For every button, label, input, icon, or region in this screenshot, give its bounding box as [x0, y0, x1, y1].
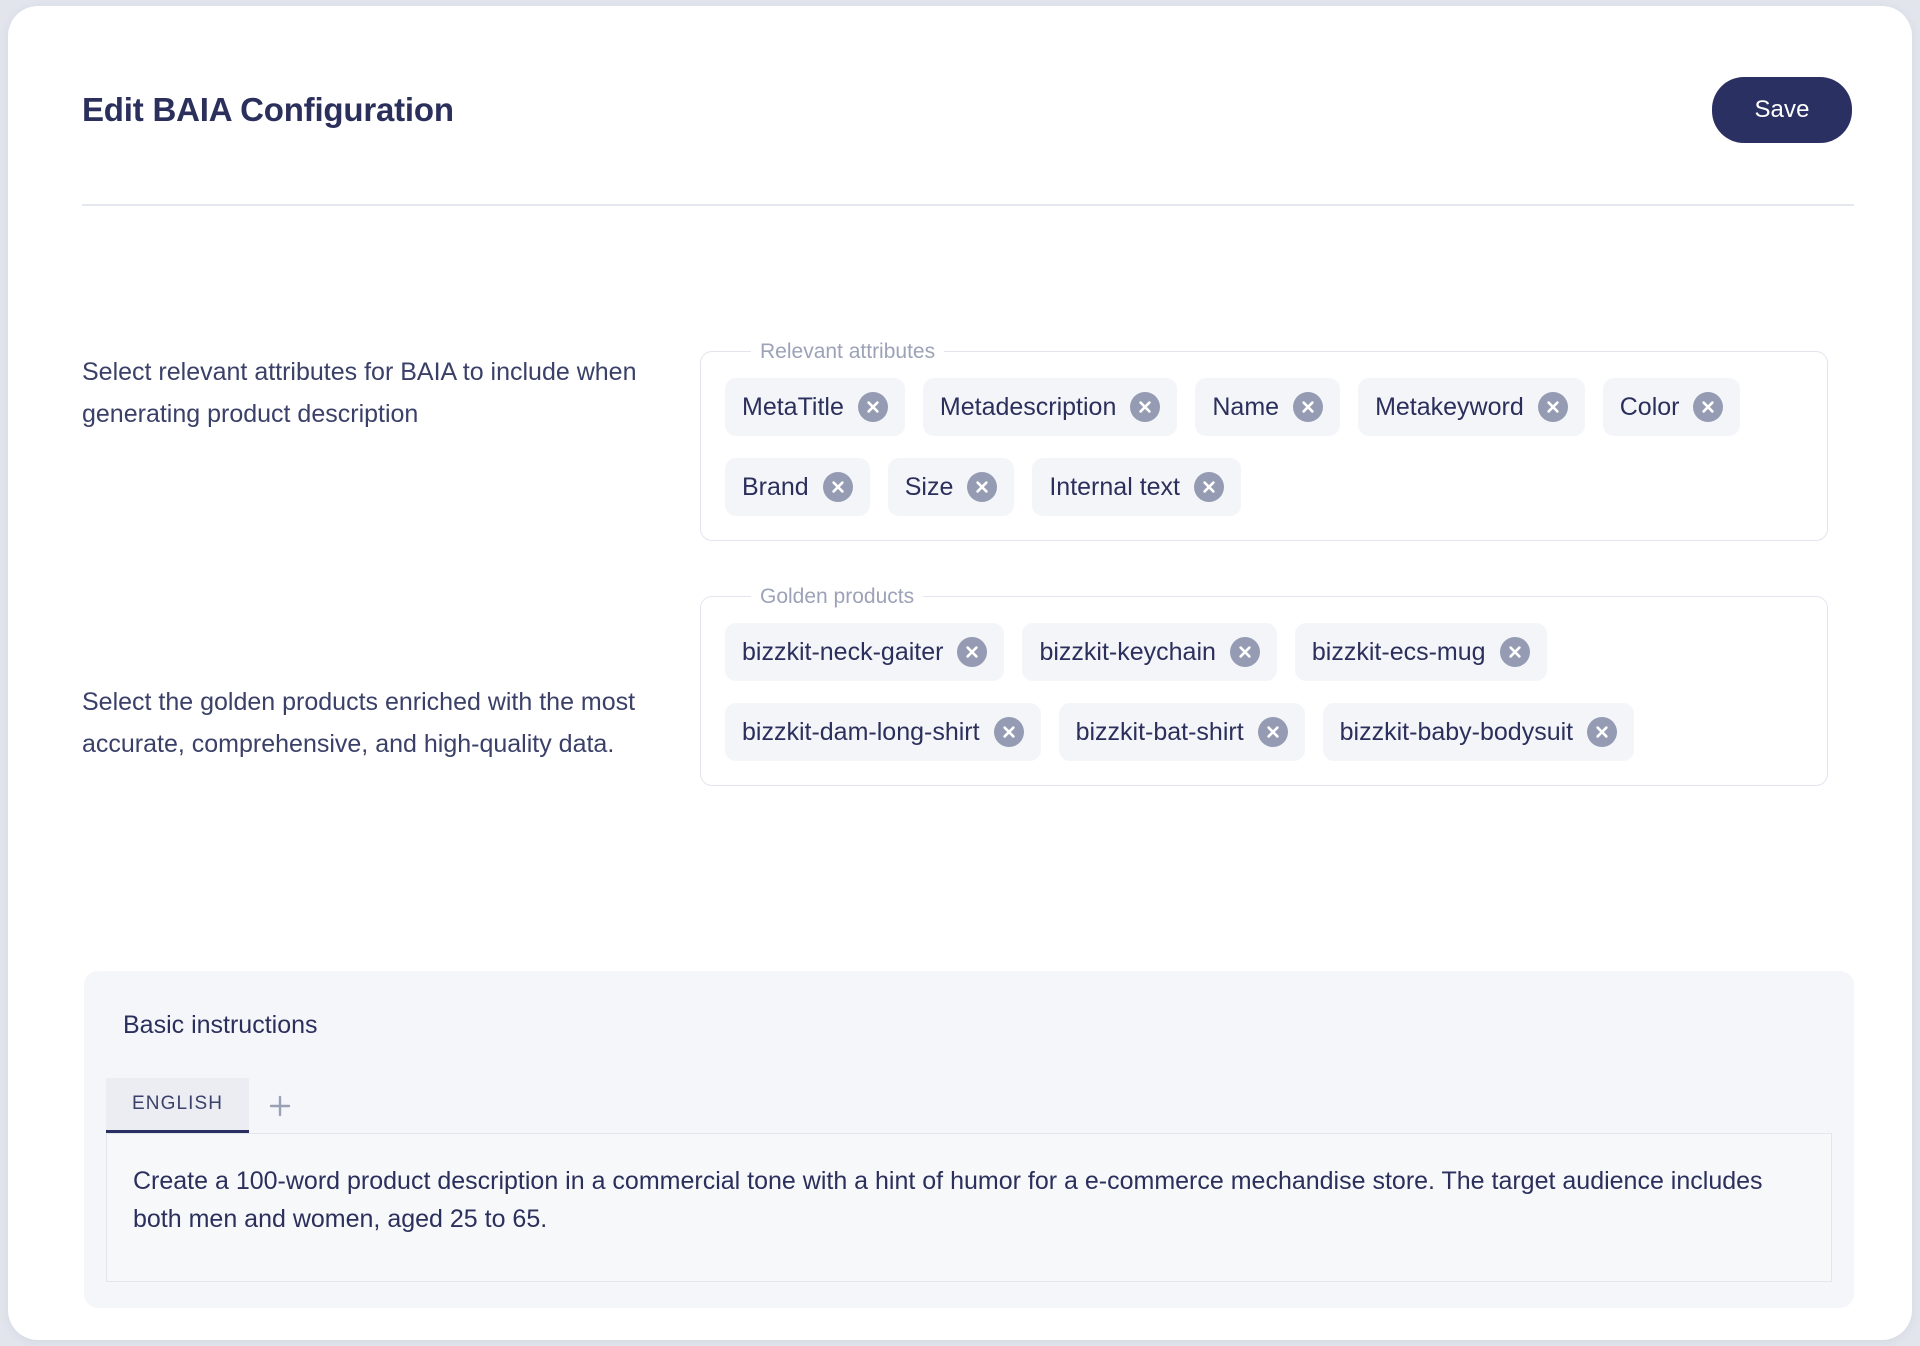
page-header: Edit BAIA Configuration Save	[82, 66, 1852, 154]
remove-chip-icon[interactable]	[967, 472, 998, 502]
chip-bizzkit-neck-gaiter[interactable]: bizzkit-neck-gaiter	[725, 623, 1005, 681]
relevant-attributes-fieldset: Relevant attributes MetaTitle Metadescri…	[700, 339, 1828, 541]
remove-chip-icon[interactable]	[822, 472, 853, 502]
chip-name[interactable]: Name	[1195, 378, 1341, 436]
tab-english[interactable]: ENGLISH	[106, 1078, 250, 1133]
chip-label: MetaTitle	[742, 392, 844, 421]
golden-products-legend: Golden products	[751, 584, 924, 610]
header-divider	[82, 204, 1854, 206]
language-tabbar: ENGLISH	[106, 1078, 1832, 1134]
remove-chip-icon[interactable]	[1293, 392, 1324, 422]
chip-label: bizzkit-ecs-mug	[1311, 637, 1486, 666]
chip-label: Size	[904, 472, 954, 501]
configuration-card: Edit BAIA Configuration Save Select rele…	[8, 6, 1912, 1340]
remove-chip-icon[interactable]	[1229, 637, 1260, 667]
add-language-tab-button[interactable]	[249, 1078, 311, 1133]
chip-internal-text[interactable]: Internal text	[1032, 458, 1241, 516]
chip-label: Internal text	[1049, 472, 1180, 501]
remove-chip-icon[interactable]	[993, 717, 1024, 747]
relevant-attributes-row: Select relevant attributes for BAIA to i…	[82, 339, 1854, 541]
golden-products-chip-list: bizzkit-neck-gaiter bizzkit-keychain biz…	[725, 623, 1803, 761]
relevant-attributes-label: Select relevant attributes for BAIA to i…	[82, 358, 637, 428]
remove-chip-icon[interactable]	[1130, 392, 1161, 422]
relevant-attributes-legend: Relevant attributes	[751, 339, 945, 365]
basic-instructions-input[interactable]: Create a 100-word product description in…	[106, 1134, 1832, 1282]
golden-products-label: Select the golden products enriched with…	[82, 688, 636, 758]
chip-metadescription[interactable]: Metadescription	[922, 378, 1178, 436]
chip-label: bizzkit-dam-long-shirt	[742, 717, 980, 746]
chip-size[interactable]: Size	[887, 458, 1015, 516]
chip-metatitle[interactable]: MetaTitle	[725, 378, 905, 436]
remove-chip-icon[interactable]	[1693, 392, 1724, 422]
chip-label: Metadescription	[939, 392, 1117, 421]
remove-chip-icon[interactable]	[1587, 717, 1618, 747]
chip-label: Name	[1212, 392, 1280, 421]
remove-chip-icon[interactable]	[1194, 472, 1224, 502]
chip-label: bizzkit-keychain	[1039, 637, 1216, 666]
page-title: Edit BAIA Configuration	[82, 91, 454, 128]
chip-label: Metakeyword	[1375, 392, 1524, 421]
relevant-attributes-chip-list: MetaTitle Metadescription Name Metakeywo…	[725, 378, 1803, 516]
chip-label: bizzkit-baby-bodysuit	[1339, 717, 1574, 746]
chip-label: bizzkit-bat-shirt	[1075, 717, 1244, 746]
chip-bizzkit-dam-long-shirt[interactable]: bizzkit-dam-long-shirt	[725, 703, 1041, 761]
chip-label: bizzkit-neck-gaiter	[742, 637, 944, 666]
chip-bizzkit-ecs-mug[interactable]: bizzkit-ecs-mug	[1294, 623, 1547, 681]
chip-bizzkit-baby-bodysuit[interactable]: bizzkit-baby-bodysuit	[1322, 703, 1635, 761]
remove-chip-icon[interactable]	[1537, 392, 1568, 422]
golden-products-row: Select the golden products enriched with…	[82, 584, 1854, 786]
golden-products-fieldset: Golden products bizzkit-neck-gaiter bizz…	[700, 584, 1828, 786]
chip-color[interactable]: Color	[1602, 378, 1741, 436]
chip-label: Brand	[742, 472, 809, 501]
chip-brand[interactable]: Brand	[725, 458, 870, 516]
remove-chip-icon[interactable]	[1499, 637, 1530, 667]
chip-label: Color	[1619, 392, 1680, 421]
chip-metakeyword[interactable]: Metakeyword	[1358, 378, 1585, 436]
basic-instructions-title: Basic instructions	[123, 1011, 318, 1039]
remove-chip-icon[interactable]	[1257, 717, 1288, 747]
plus-icon	[269, 1095, 291, 1116]
save-button[interactable]: Save	[1712, 77, 1852, 143]
chip-bizzkit-keychain[interactable]: bizzkit-keychain	[1022, 623, 1277, 681]
remove-chip-icon[interactable]	[957, 637, 988, 667]
chip-bizzkit-bat-shirt[interactable]: bizzkit-bat-shirt	[1058, 703, 1305, 761]
basic-instructions-panel: Basic instructions ENGLISH Create a 100-…	[84, 971, 1854, 1308]
remove-chip-icon[interactable]	[857, 392, 888, 422]
